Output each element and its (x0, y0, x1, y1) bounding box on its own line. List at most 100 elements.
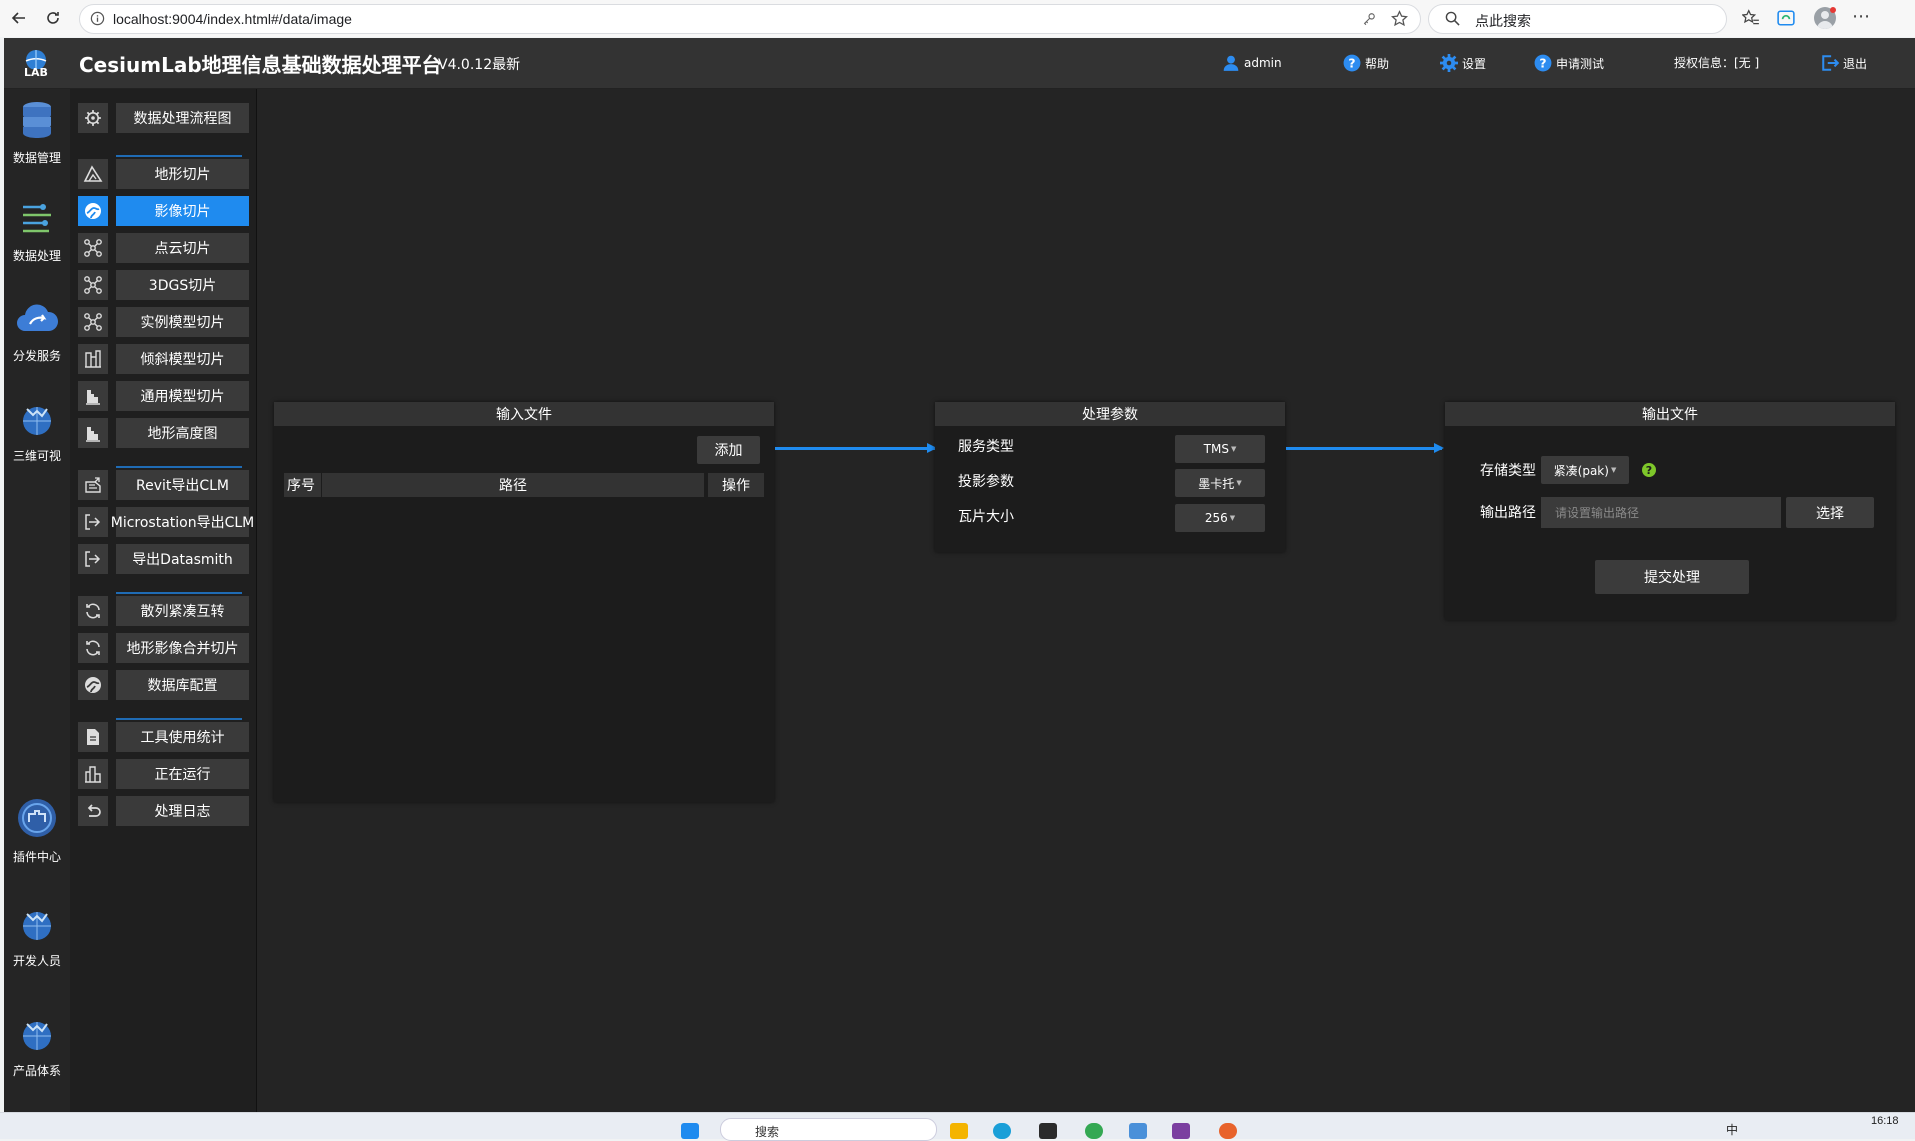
menu-label: 处理日志 (116, 796, 249, 826)
main-nav-rail: 数据管理 数据处理 分发服务 三维可视 插件中心 开发人员 产品体系 (4, 89, 70, 1112)
site-info-icon[interactable] (90, 11, 105, 26)
chevron-down-icon: ▼ (1236, 479, 1242, 487)
service-type-select[interactable]: TMS ▼ (1175, 435, 1265, 463)
menu-label: 数据库配置 (116, 670, 249, 700)
rail-item-developers[interactable]: 开发人员 (4, 904, 70, 969)
add-file-button[interactable]: 添加 (697, 436, 760, 464)
search-icon (1445, 11, 1460, 26)
help-icon[interactable]: ? (1642, 463, 1656, 477)
chevron-down-icon: ▼ (1230, 445, 1237, 453)
back-button[interactable] (7, 6, 31, 30)
rail-item-plugin-center[interactable]: 插件中心 (4, 796, 70, 865)
service-type-value: TMS (1203, 442, 1229, 456)
menu-divider (116, 155, 242, 157)
rail-item-data-processing[interactable]: 数据处理 (4, 199, 70, 264)
input-files-panel: 输入文件 添加 序号 路径 操作 (274, 402, 774, 802)
browser-search[interactable]: 点此搜索 (1428, 4, 1727, 34)
rail-item-product-system[interactable]: 产品体系 (4, 1014, 70, 1079)
app-header: LAB CesiumLab地理信息基础数据处理平台 V4.0.12最新 admi… (4, 38, 1915, 89)
tool-menu: 数据处理流程图 地形切片 影像切片 点云切片 3DGS切片 实例模型切片 倾斜模… (70, 89, 257, 1112)
tile-size-value: 256 (1204, 511, 1228, 525)
gear-icon (78, 103, 108, 133)
clock[interactable]: 16:18 (1871, 1115, 1899, 1127)
service-type-label: 服务类型 (958, 439, 1014, 455)
user-name: admin (1244, 56, 1282, 70)
search-placeholder: 点此搜索 (1475, 14, 1531, 30)
visual-studio-icon[interactable] (1172, 1123, 1190, 1139)
help-label: 帮助 (1365, 56, 1390, 71)
plugin-icon (18, 799, 56, 837)
projection-select[interactable]: 墨卡托 ▼ (1175, 469, 1265, 497)
logo-text: LAB (24, 66, 48, 79)
favorite-star-icon[interactable] (1391, 10, 1408, 27)
rail-label: 分发服务 (12, 349, 61, 363)
settings-label: 设置 (1462, 56, 1487, 71)
logout-link[interactable]: 退出 (1821, 54, 1867, 72)
flow-arrow-input-to-params (775, 443, 937, 453)
menu-label: 3DGS切片 (116, 270, 249, 300)
tile-size-select[interactable]: 256 ▼ (1175, 504, 1265, 532)
logout-icon (1822, 55, 1839, 71)
menu-label: 地形高度图 (116, 418, 249, 448)
svg-text:?: ? (1539, 57, 1546, 71)
notepad-icon[interactable] (1129, 1123, 1147, 1139)
menu-label: 地形影像合并切片 (116, 633, 249, 663)
model-icon (78, 418, 108, 448)
flow-arrow-params-to-output (1286, 443, 1444, 453)
app-version: V4.0.12最新 (438, 57, 521, 73)
gear-icon (1440, 54, 1458, 72)
file-explorer-icon[interactable] (950, 1123, 968, 1139)
license-label: 授权信息：[无 ] (1674, 56, 1760, 70)
key-icon[interactable] (1362, 12, 1376, 26)
building-icon (78, 759, 108, 789)
terminal-icon[interactable] (1039, 1123, 1057, 1139)
favorites-icon[interactable] (1742, 9, 1760, 27)
more-menu-icon[interactable]: ⋯ (1852, 6, 1870, 27)
windows-start-icon[interactable] (681, 1123, 699, 1139)
rail-item-data-management[interactable]: 数据管理 (4, 99, 70, 166)
storage-type-label: 存储类型 (1480, 463, 1536, 479)
ime-indicator[interactable]: 中 (1726, 1121, 1738, 1138)
export-icon (78, 544, 108, 574)
rail-item-3d-visualization[interactable]: 三维可视 (4, 399, 70, 464)
output-path-input[interactable] (1541, 497, 1781, 528)
license-info[interactable]: 授权信息：[无 ] (1674, 54, 1759, 71)
menu-label: 倾斜模型切片 (116, 344, 249, 374)
rail-label: 数据管理 (12, 151, 61, 165)
menu-divider (116, 466, 242, 468)
reload-button[interactable] (41, 6, 65, 30)
help-icon: ? (1343, 54, 1361, 72)
menu-divider (116, 592, 242, 594)
edge-copilot-icon[interactable] (1777, 9, 1795, 27)
globe-app-icon[interactable] (1085, 1123, 1103, 1139)
help-link[interactable]: ? 帮助 (1343, 54, 1389, 72)
model-icon (78, 381, 108, 411)
nodes-icon (78, 307, 108, 337)
process-flow-icon (23, 204, 51, 233)
settings-link[interactable]: 设置 (1440, 54, 1486, 72)
menu-divider (116, 718, 242, 720)
projection-label: 投影参数 (958, 474, 1014, 490)
rail-item-distribution-service[interactable]: 分发服务 (4, 299, 70, 364)
column-header-index: 序号 (284, 473, 321, 497)
chevron-down-icon: ▼ (1229, 514, 1236, 522)
apply-test-link[interactable]: ? 申请测试 (1534, 54, 1604, 72)
menu-label: 点云切片 (116, 233, 249, 263)
building-icon (78, 344, 108, 374)
windows-taskbar: 搜索 中 16:18 (0, 1112, 1915, 1141)
menu-label: 影像切片 (116, 196, 249, 226)
user-menu[interactable]: admin (1222, 54, 1282, 72)
chevron-down-icon: ▼ (1610, 466, 1617, 474)
app-icon[interactable] (1219, 1123, 1237, 1139)
rail-label: 开发人员 (12, 954, 61, 968)
choose-path-button[interactable]: 选择 (1786, 497, 1874, 528)
storage-type-select[interactable]: 紧凑(pak) ▼ (1541, 456, 1629, 484)
address-bar[interactable]: localhost:9004/index.html#/data/image (79, 4, 1421, 34)
edge-browser-icon[interactable] (993, 1123, 1011, 1139)
profile-head-icon (1821, 11, 1829, 19)
workflow-canvas: 输入文件 添加 序号 路径 操作 处理参数 服务类型 TMS ▼ 投影参数 墨卡… (257, 89, 1915, 1112)
submit-process-button[interactable]: 提交处理 (1595, 560, 1749, 594)
app-title: CesiumLab地理信息基础数据处理平台 (79, 53, 442, 77)
panel-title: 输入文件 (274, 402, 774, 426)
menu-label: 数据处理流程图 (116, 103, 249, 133)
